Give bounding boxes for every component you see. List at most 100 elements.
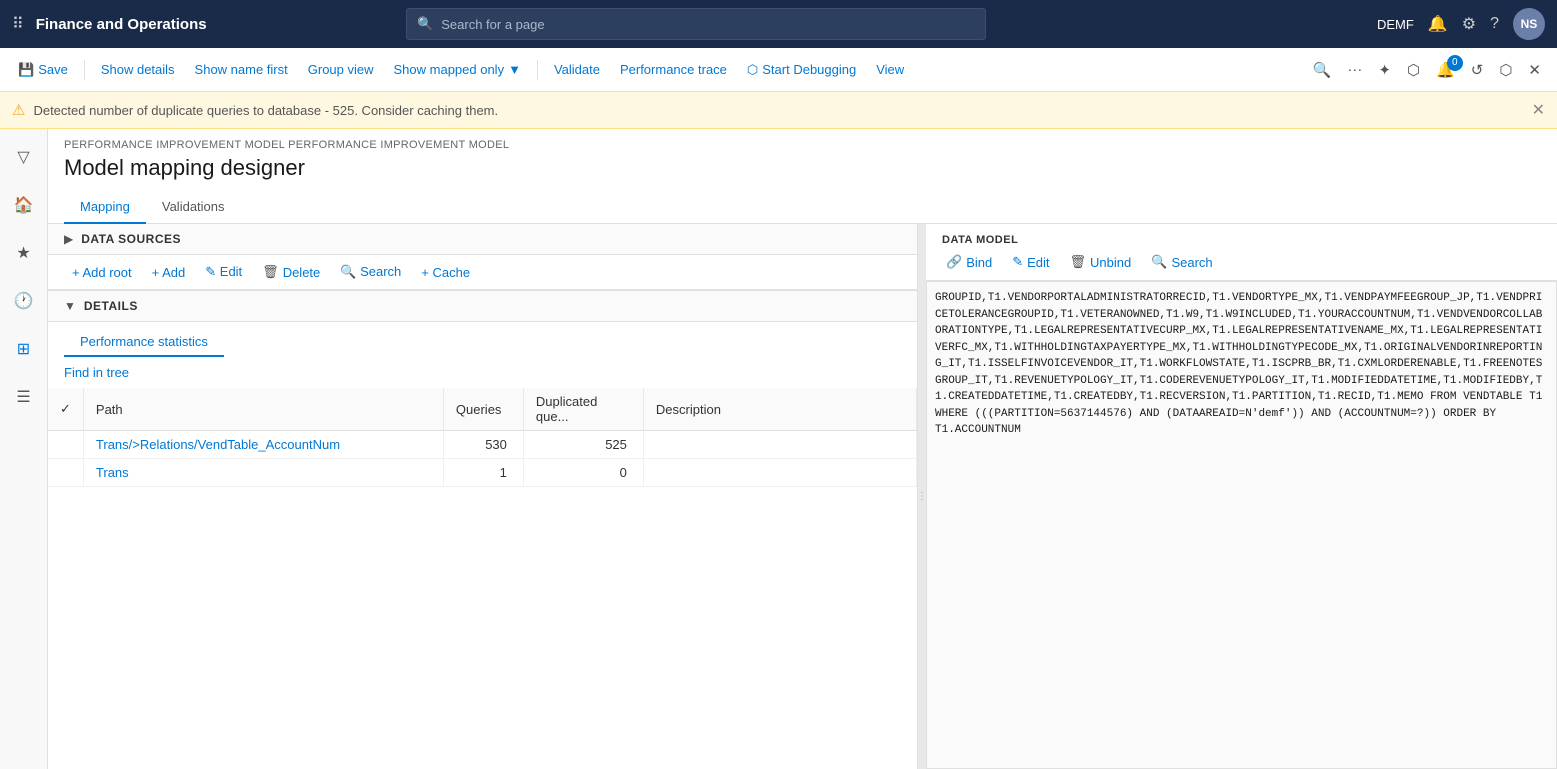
performance-statistics-tab[interactable]: Performance statistics bbox=[64, 322, 224, 357]
edit-model-button[interactable]: ✎ Edit bbox=[1008, 252, 1053, 272]
search-model-button[interactable]: 🔍 Search bbox=[1147, 252, 1216, 272]
unbind-icon: 🗑 bbox=[1070, 254, 1087, 270]
performance-trace-button[interactable]: Performance trace bbox=[612, 58, 735, 81]
edit-icon: ✎ bbox=[1012, 254, 1023, 270]
table-row: Trans 1 0 bbox=[48, 459, 917, 487]
details-title: DETAILS bbox=[84, 299, 138, 313]
row-description bbox=[643, 431, 916, 459]
warning-message: Detected number of duplicate queries to … bbox=[33, 103, 498, 118]
col-duplicated[interactable]: Duplicated que... bbox=[523, 388, 643, 431]
show-name-first-button[interactable]: Show name first bbox=[187, 58, 296, 81]
home-icon[interactable]: 🏠 bbox=[8, 189, 40, 221]
right-pane: DATA MODEL 🔗 Bind ✎ Edit 🗑 Unbind bbox=[926, 224, 1557, 769]
row-queries: 530 bbox=[443, 431, 523, 459]
environment-code: DEMF bbox=[1377, 17, 1414, 32]
topbar-right: DEMF 🔔 ⚙ ? NS bbox=[1377, 8, 1545, 40]
search-icon: 🔍 bbox=[417, 16, 433, 32]
view-button[interactable]: View bbox=[868, 58, 912, 81]
row-path: Trans bbox=[83, 459, 443, 487]
datasources-section: ▶ DATA SOURCES + Add root + Add ✎ Edit bbox=[48, 224, 917, 291]
warning-bar: ⚠ Detected number of duplicate queries t… bbox=[0, 92, 1557, 129]
filter-icon[interactable]: ▽ bbox=[11, 141, 35, 173]
tab-mapping[interactable]: Mapping bbox=[64, 191, 146, 224]
datasources-toolbar: + Add root + Add ✎ Edit 🗑 Delete bbox=[48, 255, 917, 290]
list-icon[interactable]: ☰ bbox=[10, 381, 36, 413]
page-header: PERFORMANCE IMPROVEMENT MODEL PERFORMANC… bbox=[48, 129, 1557, 191]
tab-validations[interactable]: Validations bbox=[146, 191, 241, 224]
datasources-chevron[interactable]: ▶ bbox=[64, 232, 73, 246]
topbar: ⠿ Finance and Operations 🔍 Search for a … bbox=[0, 0, 1557, 48]
content-area: PERFORMANCE IMPROVEMENT MODEL PERFORMANC… bbox=[48, 129, 1557, 769]
row-check[interactable] bbox=[48, 431, 83, 459]
left-sidebar: ▽ 🏠 ★ 🕐 ⊞ ☰ bbox=[0, 129, 48, 769]
table-row: Trans/>Relations/VendTable_AccountNum 53… bbox=[48, 431, 917, 459]
search-datasources-button[interactable]: 🔍 Search bbox=[332, 261, 409, 283]
settings-icon[interactable]: ⚙ bbox=[1462, 14, 1476, 34]
start-debugging-button[interactable]: ⬡ Start Debugging bbox=[739, 58, 864, 82]
split-pane: ▶ DATA SOURCES + Add root + Add ✎ Edit bbox=[48, 224, 1557, 769]
tabs: Mapping Validations bbox=[48, 191, 1557, 224]
debug-icon: ⬡ bbox=[747, 62, 758, 78]
refresh-icon[interactable]: ↺ bbox=[1465, 57, 1490, 83]
data-model-toolbar: 🔗 Bind ✎ Edit 🗑 Unbind 🔍 bbox=[942, 252, 1541, 272]
app-title: Finance and Operations bbox=[36, 16, 207, 33]
save-button[interactable]: 💾 Save bbox=[10, 58, 76, 82]
help-icon[interactable]: ? bbox=[1490, 15, 1499, 33]
notification-bell-icon[interactable]: 🔔 bbox=[1428, 14, 1448, 34]
datasources-title: DATA SOURCES bbox=[81, 232, 181, 246]
path-link[interactable]: Trans bbox=[96, 465, 129, 480]
data-model-header: DATA MODEL 🔗 Bind ✎ Edit 🗑 Unbind bbox=[926, 224, 1557, 281]
separator2 bbox=[537, 60, 538, 80]
global-search[interactable]: 🔍 Search for a page bbox=[406, 8, 986, 40]
bind-button[interactable]: 🔗 Bind bbox=[942, 252, 996, 272]
more-options-icon[interactable]: ··· bbox=[1341, 57, 1368, 82]
pane-divider[interactable]: ⋮ bbox=[918, 224, 926, 769]
add-button[interactable]: + Add bbox=[144, 262, 194, 283]
col-description[interactable]: Description bbox=[643, 388, 916, 431]
search-toolbar-icon[interactable]: 🔍 bbox=[1307, 57, 1338, 83]
show-mapped-only-button[interactable]: Show mapped only ▼ bbox=[386, 58, 529, 81]
warning-icon: ⚠ bbox=[12, 101, 25, 119]
col-queries[interactable]: Queries bbox=[443, 388, 523, 431]
grid-sidebar-icon[interactable]: ⊞ bbox=[11, 333, 36, 365]
open-new-icon[interactable]: ⬡ bbox=[1493, 57, 1518, 83]
warning-close-button[interactable]: ✕ bbox=[1532, 100, 1545, 120]
add-root-button[interactable]: + Add root bbox=[64, 262, 140, 283]
main-layout: ▽ 🏠 ★ 🕐 ⊞ ☰ PERFORMANCE IMPROVEMENT MODE… bbox=[0, 129, 1557, 769]
sql-content-area[interactable]: GROUPID,T1.VENDORPORTALADMINISTRATORRECI… bbox=[926, 281, 1557, 769]
details-header: ▼ DETAILS bbox=[48, 291, 917, 322]
cache-button[interactable]: + Cache bbox=[413, 262, 478, 283]
chevron-down-icon: ▼ bbox=[508, 62, 521, 77]
search-icon: 🔍 bbox=[1151, 254, 1167, 270]
secondary-toolbar: 💾 Save Show details Show name first Grou… bbox=[0, 48, 1557, 92]
datasources-header: ▶ DATA SOURCES bbox=[48, 224, 917, 255]
find-in-tree-button[interactable]: Find in tree bbox=[48, 357, 917, 388]
row-path: Trans/>Relations/VendTable_AccountNum bbox=[83, 431, 443, 459]
edit-button[interactable]: ✎ Edit bbox=[197, 261, 250, 283]
path-link[interactable]: Trans/>Relations/VendTable_AccountNum bbox=[96, 437, 340, 452]
left-pane: ▶ DATA SOURCES + Add root + Add ✎ Edit bbox=[48, 224, 918, 769]
extension-icon[interactable]: ⬡ bbox=[1401, 57, 1426, 83]
row-check[interactable] bbox=[48, 459, 83, 487]
pin-icon[interactable]: ✦ bbox=[1372, 57, 1397, 83]
clock-icon[interactable]: 🕐 bbox=[8, 285, 40, 317]
toolbar-right: 🔍 ··· ✦ ⬡ 🔔 0 ↺ ⬡ ✕ bbox=[1307, 57, 1547, 83]
delete-button[interactable]: 🗑 Delete bbox=[254, 261, 328, 283]
separator bbox=[84, 60, 85, 80]
star-icon[interactable]: ★ bbox=[10, 237, 36, 269]
avatar[interactable]: NS bbox=[1513, 8, 1545, 40]
bind-icon: 🔗 bbox=[946, 254, 962, 270]
row-queries: 1 bbox=[443, 459, 523, 487]
row-description bbox=[643, 459, 916, 487]
row-duplicated: 525 bbox=[523, 431, 643, 459]
group-view-button[interactable]: Group view bbox=[300, 58, 382, 81]
details-section: ▼ DETAILS Performance statistics Find in… bbox=[48, 291, 917, 769]
col-path[interactable]: Path bbox=[83, 388, 443, 431]
details-chevron[interactable]: ▼ bbox=[64, 299, 76, 313]
show-details-button[interactable]: Show details bbox=[93, 58, 183, 81]
grid-icon[interactable]: ⠿ bbox=[12, 14, 24, 34]
data-model-label: DATA MODEL bbox=[942, 234, 1541, 246]
unbind-button[interactable]: 🗑 Unbind bbox=[1066, 252, 1136, 272]
validate-button[interactable]: Validate bbox=[546, 58, 608, 81]
close-icon[interactable]: ✕ bbox=[1522, 57, 1547, 83]
